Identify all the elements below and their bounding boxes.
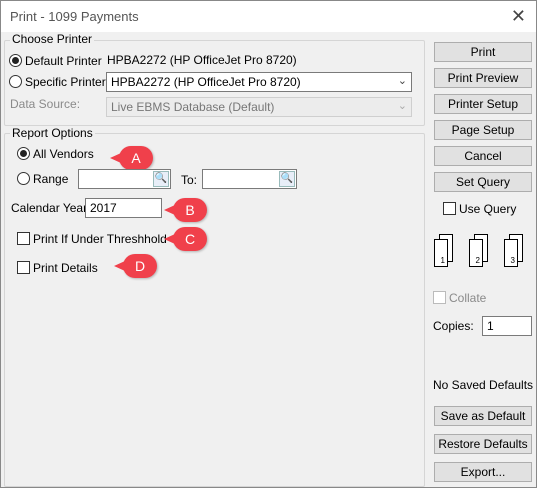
- collate-page-number: 1: [440, 256, 445, 265]
- collate-label: Collate: [449, 291, 487, 305]
- calendar-year-value: 2017: [90, 201, 117, 215]
- calendar-year-label: Calendar Year:: [11, 201, 91, 215]
- collate-page-number: 3: [510, 256, 515, 265]
- all-vendors-label[interactable]: All Vendors: [33, 147, 94, 161]
- annotation-badge-b: B: [164, 198, 207, 222]
- page-setup-button[interactable]: Page Setup: [434, 120, 532, 140]
- print-details-label[interactable]: Print Details: [33, 261, 98, 275]
- under-threshold-checkbox[interactable]: [17, 232, 30, 245]
- window-title: Print - 1099 Payments: [10, 9, 139, 24]
- search-icon[interactable]: 🔍: [279, 171, 295, 187]
- print-preview-button[interactable]: Print Preview: [434, 68, 532, 88]
- collate-checkbox: [433, 291, 446, 304]
- default-printer-radio[interactable]: [9, 54, 22, 67]
- copies-input[interactable]: 1: [482, 316, 532, 336]
- search-icon[interactable]: 🔍: [153, 171, 169, 187]
- calendar-year-input[interactable]: 2017: [85, 198, 162, 218]
- collate-page: 1: [434, 239, 448, 267]
- under-threshold-label[interactable]: Print If Under Threshhold: [33, 232, 167, 246]
- print-details-checkbox[interactable]: [17, 261, 30, 274]
- specific-printer-label[interactable]: Specific Printer: [25, 75, 106, 89]
- saved-defaults-status: No Saved Defaults: [433, 378, 534, 392]
- range-to-input[interactable]: 🔍: [202, 169, 297, 189]
- copies-value: 1: [487, 319, 494, 333]
- choose-printer-label: Choose Printer: [10, 32, 95, 46]
- specific-printer-select-value: HPBA2272 (HP OfficeJet Pro 8720): [111, 75, 301, 89]
- close-icon[interactable]: ✕: [511, 6, 526, 27]
- collate-illustration: 1 2 3: [434, 234, 532, 274]
- annotation-badge-c: C: [164, 227, 207, 251]
- collate-page: 2: [469, 239, 483, 267]
- specific-printer-select[interactable]: HPBA2272 (HP OfficeJet Pro 8720) ⌄: [106, 72, 412, 92]
- chevron-down-icon: ⌄: [397, 75, 407, 87]
- specific-printer-radio[interactable]: [9, 75, 22, 88]
- restore-defaults-button[interactable]: Restore Defaults: [434, 434, 532, 454]
- use-query-label[interactable]: Use Query: [459, 202, 516, 216]
- annotation-badge-d: D: [114, 254, 157, 278]
- set-query-button[interactable]: Set Query: [434, 172, 532, 192]
- range-radio[interactable]: [17, 172, 30, 185]
- default-printer-label[interactable]: Default Printer: [25, 54, 102, 68]
- use-query-checkbox[interactable]: [443, 202, 456, 215]
- range-from-input[interactable]: 🔍: [78, 169, 171, 189]
- print-button[interactable]: Print: [434, 42, 532, 62]
- range-label[interactable]: Range: [33, 172, 68, 186]
- collate-page: 3: [504, 239, 518, 267]
- data-source-select: Live EBMS Database (Default) ⌄: [106, 97, 412, 117]
- range-to-label: To:: [181, 173, 198, 187]
- copies-label: Copies:: [433, 319, 474, 333]
- chevron-down-icon: ⌄: [397, 100, 407, 112]
- all-vendors-radio[interactable]: [17, 147, 30, 160]
- print-dialog: Print - 1099 Payments ✕ Choose Printer D…: [0, 0, 537, 488]
- printer-setup-button[interactable]: Printer Setup: [434, 94, 532, 114]
- save-as-default-button[interactable]: Save as Default: [434, 406, 532, 426]
- title-bar: Print - 1099 Payments ✕: [1, 1, 536, 32]
- report-options-label: Report Options: [10, 126, 95, 140]
- cancel-button[interactable]: Cancel: [434, 146, 532, 166]
- default-printer-value: HPBA2272 (HP OfficeJet Pro 8720): [107, 53, 297, 67]
- export-button[interactable]: Export...: [434, 462, 532, 482]
- data-source-label: Data Source:: [10, 97, 81, 111]
- collate-page-number: 2: [475, 256, 480, 265]
- data-source-select-value: Live EBMS Database (Default): [111, 100, 275, 114]
- annotation-badge-a: A: [110, 146, 153, 170]
